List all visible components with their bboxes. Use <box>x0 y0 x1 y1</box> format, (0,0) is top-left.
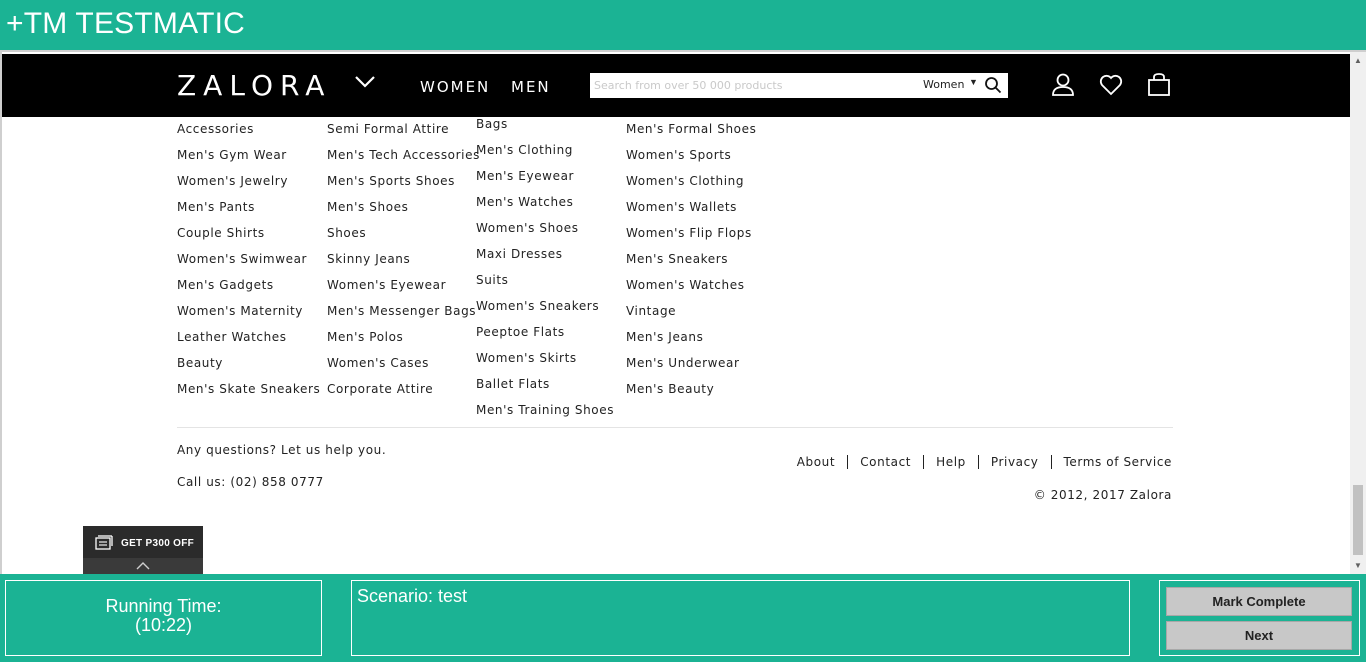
category-link[interactable]: Couple Shirts <box>177 223 320 249</box>
search-bar: Women ▼ <box>590 73 1008 98</box>
category-link[interactable]: Men's Sneakers <box>626 249 756 275</box>
footer-divider <box>177 427 1173 428</box>
category-column-1: Accessories Men's Gym Wear Women's Jewel… <box>177 119 320 405</box>
next-button[interactable]: Next <box>1166 621 1352 650</box>
category-link[interactable]: Men's Clothing <box>476 140 614 166</box>
bag-icon[interactable] <box>1146 72 1172 98</box>
scroll-down-icon[interactable]: ▼ <box>1354 561 1362 570</box>
scenario-text: Scenario: test <box>357 586 468 606</box>
site-logo[interactable]: ZALORA <box>177 69 331 102</box>
running-time-label: Running Time: <box>105 596 222 616</box>
scroll-thumb[interactable] <box>1353 485 1363 555</box>
phone-text: Call us: (02) 858 0777 <box>177 475 324 489</box>
mark-complete-button[interactable]: Mark Complete <box>1166 587 1352 616</box>
category-column-3: Bags Men's Clothing Men's Eyewear Men's … <box>476 114 614 426</box>
search-input[interactable] <box>592 73 916 98</box>
promo-label: GET P300 OFF <box>121 538 195 549</box>
category-link[interactable]: Women's Cases <box>327 353 480 379</box>
category-link[interactable]: Maxi Dresses <box>476 244 614 270</box>
vertical-scrollbar[interactable]: ▲ ▼ <box>1350 52 1366 574</box>
browser-viewport: ZALORA WOMEN MEN Women ▼ Accessor <box>0 50 1366 574</box>
category-link[interactable]: Men's Messenger Bags <box>327 301 480 327</box>
category-link[interactable]: Men's Beauty <box>626 379 756 405</box>
category-link[interactable]: Men's Polos <box>327 327 480 353</box>
category-link[interactable]: Men's Shoes <box>327 197 480 223</box>
category-link[interactable]: Men's Gadgets <box>177 275 320 301</box>
category-link[interactable]: Skinny Jeans <box>327 249 480 275</box>
actions-panel: Mark Complete Next <box>1159 580 1360 656</box>
testmatic-title: +TM TESTMATIC <box>6 7 245 40</box>
category-link[interactable]: Men's Tech Accessories <box>327 145 480 171</box>
footer-link-privacy[interactable]: Privacy <box>977 455 1051 469</box>
category-link[interactable]: Men's Eyewear <box>476 166 614 192</box>
footer-link-about[interactable]: About <box>785 455 847 469</box>
category-link[interactable]: Men's Pants <box>177 197 320 223</box>
category-link[interactable]: Women's Watches <box>626 275 756 301</box>
running-time-panel: Running Time: (10:22) <box>5 580 322 656</box>
category-link[interactable]: Beauty <box>177 353 320 379</box>
chevron-up-icon[interactable] <box>136 561 150 570</box>
category-link[interactable]: Suits <box>476 270 614 296</box>
category-link[interactable]: Women's Jewelry <box>177 171 320 197</box>
category-link[interactable]: Men's Formal Shoes <box>626 119 756 145</box>
testmatic-header: +TM TESTMATIC <box>0 0 1366 50</box>
category-link[interactable]: Men's Sports Shoes <box>327 171 480 197</box>
category-link[interactable]: Leather Watches <box>177 327 320 353</box>
scroll-up-icon[interactable]: ▲ <box>1354 56 1362 65</box>
category-link[interactable]: Women's Swimwear <box>177 249 320 275</box>
voucher-icon <box>95 535 113 550</box>
category-link[interactable]: Vintage <box>626 301 756 327</box>
footer-links: About Contact Help Privacy Terms of Serv… <box>785 455 1172 469</box>
category-link[interactable]: Women's Flip Flops <box>626 223 756 249</box>
user-icon[interactable] <box>1050 72 1076 98</box>
category-link[interactable]: Men's Underwear <box>626 353 756 379</box>
category-link[interactable]: Bags <box>476 114 614 140</box>
category-link[interactable]: Women's Skirts <box>476 348 614 374</box>
category-link[interactable]: Women's Clothing <box>626 171 756 197</box>
nav-women[interactable]: WOMEN <box>420 78 490 96</box>
site-header: ZALORA WOMEN MEN Women ▼ <box>2 54 1350 117</box>
footer-link-contact[interactable]: Contact <box>847 455 923 469</box>
category-link[interactable]: Ballet Flats <box>476 374 614 400</box>
running-time: Running Time: (10:22) <box>6 597 321 635</box>
category-link[interactable]: Corporate Attire <box>327 379 480 405</box>
category-link[interactable]: Peeptoe Flats <box>476 322 614 348</box>
search-icon[interactable] <box>984 76 1002 94</box>
promo-toggle[interactable] <box>83 558 203 574</box>
help-text: Any questions? Let us help you. <box>177 443 387 457</box>
category-link[interactable]: Men's Skate Sneakers <box>177 379 320 405</box>
category-link[interactable]: Men's Gym Wear <box>177 145 320 171</box>
promo-widget[interactable]: GET P300 OFF <box>83 526 203 574</box>
heart-icon[interactable] <box>1098 72 1124 98</box>
category-link[interactable]: Accessories <box>177 119 320 145</box>
category-link[interactable]: Men's Training Shoes <box>476 400 614 426</box>
category-column-2: Semi Formal Attire Men's Tech Accessorie… <box>327 119 480 405</box>
category-link[interactable]: Men's Watches <box>476 192 614 218</box>
scenario-panel: Scenario: test <box>351 580 1130 656</box>
category-link[interactable]: Shoes <box>327 223 480 249</box>
category-link[interactable]: Women's Sneakers <box>476 296 614 322</box>
copyright-text: © 2012, 2017 Zalora <box>1033 488 1172 502</box>
category-link[interactable]: Women's Sports <box>626 145 756 171</box>
footer-link-help[interactable]: Help <box>923 455 978 469</box>
chevron-down-icon[interactable] <box>354 74 376 90</box>
category-link[interactable]: Women's Eyewear <box>327 275 480 301</box>
footer-link-terms[interactable]: Terms of Service <box>1050 455 1172 469</box>
search-category-select[interactable]: Women <box>923 78 964 91</box>
caret-down-icon[interactable]: ▼ <box>969 77 978 87</box>
nav-men[interactable]: MEN <box>511 78 551 96</box>
category-link[interactable]: Semi Formal Attire <box>327 119 480 145</box>
running-time-value: (10:22) <box>134 615 193 635</box>
category-link[interactable]: Men's Jeans <box>626 327 756 353</box>
category-link[interactable]: Women's Maternity <box>177 301 320 327</box>
category-link[interactable]: Women's Wallets <box>626 197 756 223</box>
category-link[interactable]: Women's Shoes <box>476 218 614 244</box>
category-column-4: Men's Formal Shoes Women's Sports Women'… <box>626 119 756 405</box>
